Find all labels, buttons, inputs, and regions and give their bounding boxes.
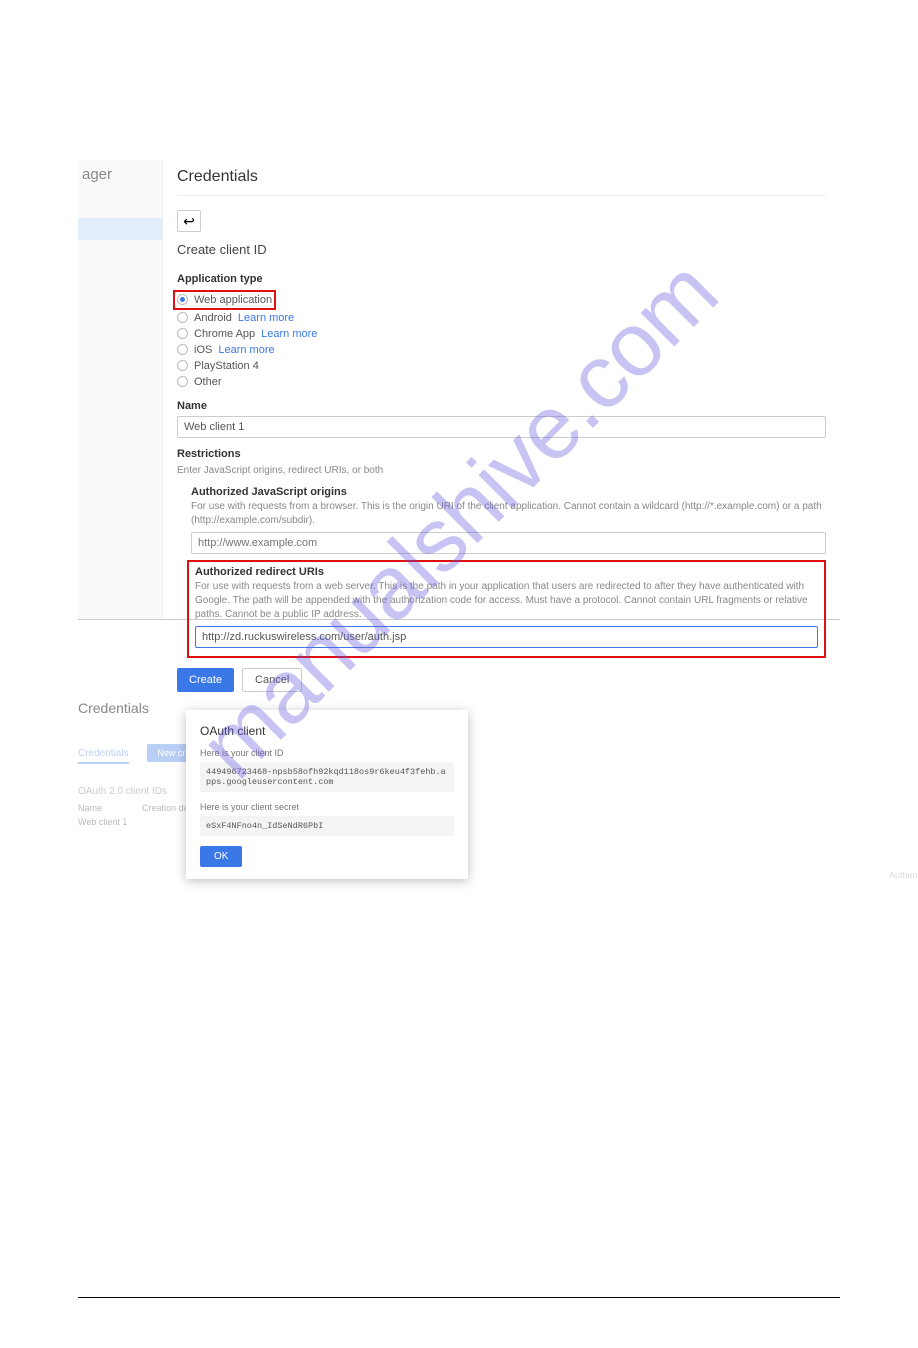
highlight-redirect-uris: Authorized redirect URIs For use with re… <box>187 560 826 658</box>
radio-icon <box>177 344 188 355</box>
oauth-client-result-panel: Credentials Credentials New credentials … <box>78 700 840 880</box>
option-label: PlayStation 4 <box>194 360 259 372</box>
left-sidebar: ager <box>78 160 163 619</box>
option-android[interactable]: Android Learn more <box>177 310 826 326</box>
option-ios[interactable]: iOS Learn more <box>177 342 826 358</box>
option-label: Other <box>194 376 222 388</box>
cancel-button[interactable]: Cancel <box>242 668 302 692</box>
js-origins-helper: For use with requests from a browser. Th… <box>191 500 826 528</box>
col-name: Name <box>78 803 102 813</box>
client-id-label: Here is your client ID <box>200 748 454 758</box>
client-secret-label: Here is your client secret <box>200 802 454 812</box>
client-secret-value[interactable]: eSxF4NFno4n_IdSeNdR6PbI <box>200 816 454 836</box>
page-footer-rule <box>78 1297 840 1298</box>
name-input[interactable] <box>177 416 826 438</box>
create-button[interactable]: Create <box>177 668 234 692</box>
client-id-value[interactable]: 449496723468-npsb58ofh92kqd118os9r6keu4f… <box>200 762 454 792</box>
option-label: Web application <box>194 294 272 306</box>
option-playstation[interactable]: PlayStation 4 <box>177 358 826 374</box>
back-arrow-icon: ↩ <box>183 213 195 230</box>
js-origins-input[interactable] <box>191 532 826 554</box>
tab-credentials[interactable]: Credentials <box>78 748 129 764</box>
row-name: Web client 1 <box>78 817 127 827</box>
sidebar-title-fragment: ager <box>78 160 162 189</box>
restrictions-label: Restrictions <box>177 448 826 460</box>
redirect-uris-label: Authorized redirect URIs <box>195 566 818 578</box>
learn-more-link[interactable]: Learn more <box>238 312 294 324</box>
radio-icon <box>177 294 188 305</box>
sidebar-active-item[interactable] <box>78 218 162 240</box>
radio-icon <box>177 360 188 371</box>
trailing-text: Authentication.jsp <box>889 870 918 880</box>
option-other[interactable]: Other <box>177 374 826 390</box>
redirect-uris-helper: For use with requests from a web server.… <box>195 580 818 622</box>
learn-more-link[interactable]: Learn more <box>218 344 274 356</box>
js-origins-label: Authorized JavaScript origins <box>191 486 826 498</box>
learn-more-link[interactable]: Learn more <box>261 328 317 340</box>
ok-button[interactable]: OK <box>200 846 242 867</box>
radio-icon <box>177 376 188 387</box>
modal-title: OAuth client <box>200 724 454 738</box>
option-label: Chrome App <box>194 328 255 340</box>
option-label: Android <box>194 312 232 324</box>
back-button[interactable]: ↩ <box>177 210 201 232</box>
application-type-options: Web application Android Learn more Chrom… <box>177 289 826 390</box>
highlight-web-application: Web application <box>173 290 276 310</box>
radio-icon <box>177 328 188 339</box>
radio-icon <box>177 312 188 323</box>
restrictions-helper: Enter JavaScript origins, redirect URIs,… <box>177 464 826 478</box>
oauth-client-modal: OAuth client Here is your client ID 4494… <box>186 710 468 879</box>
option-chrome-app[interactable]: Chrome App Learn more <box>177 326 826 342</box>
redirect-uris-input[interactable] <box>195 626 818 648</box>
page-title: Credentials <box>177 160 826 196</box>
option-web-application[interactable]: Web application <box>177 292 272 308</box>
application-type-label: Application type <box>177 273 826 285</box>
create-client-id-panel: ager Credentials ↩ Create client ID Appl… <box>78 160 840 620</box>
form-title: Create client ID <box>177 242 826 257</box>
option-label: iOS <box>194 344 212 356</box>
name-label: Name <box>177 400 826 412</box>
